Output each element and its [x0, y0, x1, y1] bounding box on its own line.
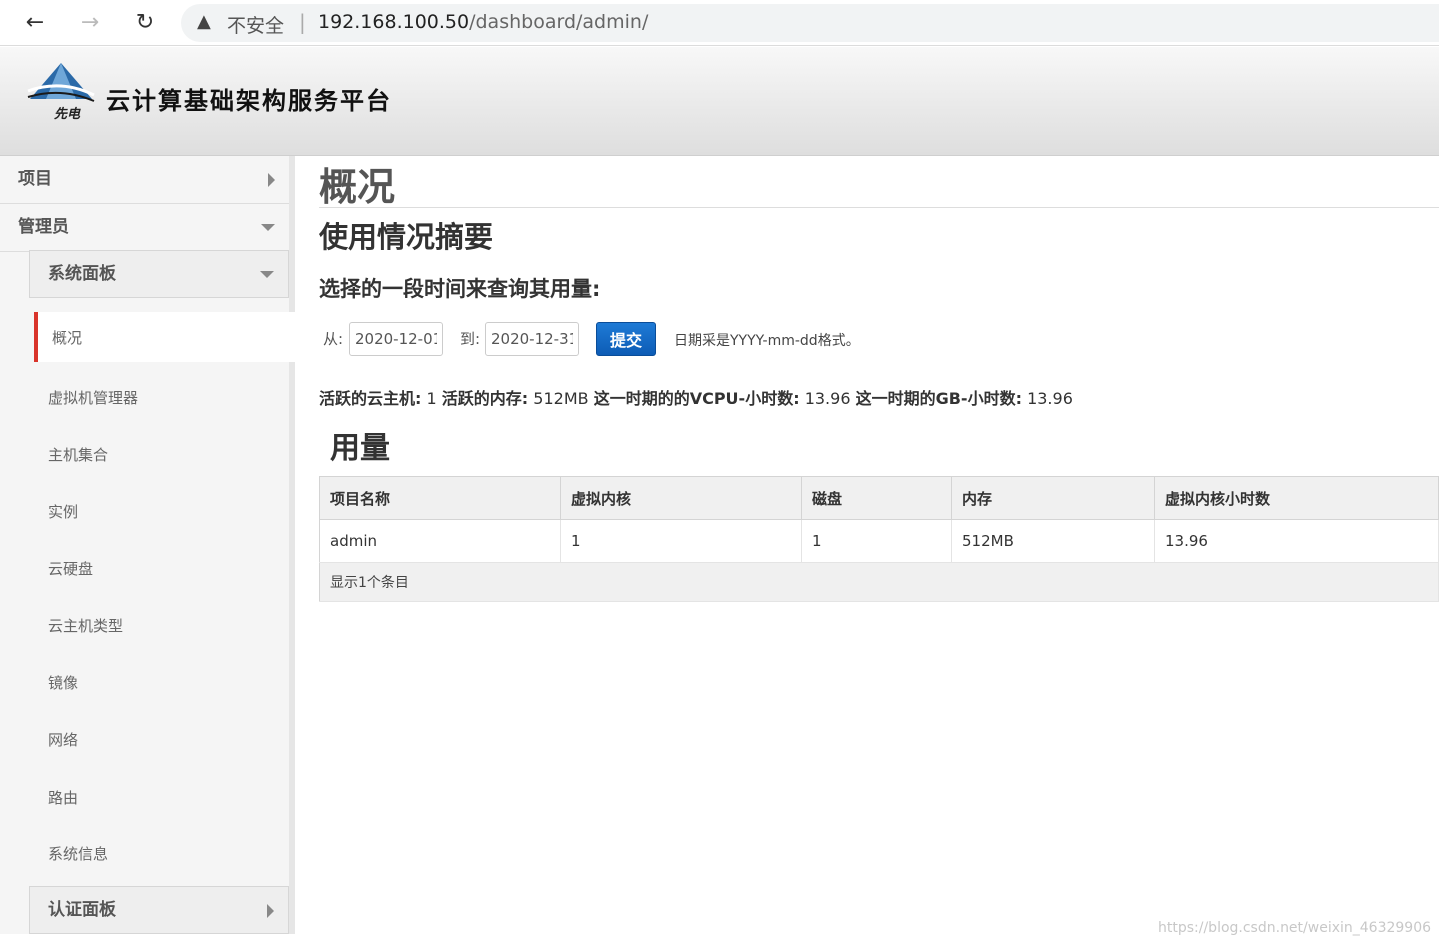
caret-down-icon: [260, 271, 274, 278]
sidebar-item-overview[interactable]: 概况: [34, 312, 295, 362]
app-header: 先电 云计算基础架构服务平台: [0, 47, 1439, 156]
cell-memory: 512MB: [951, 519, 1155, 563]
cell-vcpus: 1: [560, 519, 802, 563]
insecure-label[interactable]: 不安全: [227, 11, 284, 38]
usage-table: 项目名称 虚拟内核 磁盘 内存 虚拟内核小时数 admin 1 1 512MB …: [319, 476, 1439, 602]
date-format-hint: 日期采是YYYY-mm-dd格式。: [674, 333, 860, 349]
start-date-input[interactable]: [349, 322, 443, 356]
url-path: /dashboard/admin/: [469, 11, 649, 33]
usage-heading: 用量: [330, 431, 390, 466]
table-row: admin 1 1 512MB 13.96: [319, 519, 1439, 563]
sidebar-item-host-aggregates[interactable]: 主机集合: [48, 444, 108, 465]
active-instances-label: 活跃的云主机:: [319, 389, 422, 408]
caret-right-icon: [267, 904, 274, 918]
to-label: 到:: [460, 330, 481, 348]
submit-button[interactable]: 提交: [596, 322, 656, 356]
cell-disk: 1: [801, 519, 952, 563]
title-divider: [319, 207, 1439, 208]
sidebar-item-volumes[interactable]: 云硬盘: [48, 558, 93, 579]
table-footer-row: 显示1个条目: [319, 562, 1439, 602]
column-header-memory[interactable]: 内存: [951, 476, 1155, 520]
sidebar-item-instances[interactable]: 实例: [48, 501, 78, 522]
vcpu-hours-value: 13.96: [804, 389, 851, 408]
from-label: 从:: [323, 330, 344, 348]
sidebar-panel-label: 认证面板: [48, 900, 116, 920]
page-title: 概况: [319, 165, 396, 209]
back-icon[interactable]: ←: [20, 8, 50, 38]
sidebar-panel-label: 系统面板: [48, 264, 116, 284]
sidebar-section-label: 管理员: [18, 217, 69, 237]
sidebar-item-system-info[interactable]: 系统信息: [48, 843, 108, 864]
gb-hours-label: 这一时期的GB-小时数:: [855, 389, 1022, 408]
browser-toolbar: ← → ↻ ▲ 不安全 | 192.168.100.50/dashboard/a…: [0, 0, 1439, 46]
usage-summary-heading: 使用情况摘要: [319, 220, 494, 254]
url-text[interactable]: 192.168.100.50/dashboard/admin/: [318, 11, 648, 33]
sidebar-section-project[interactable]: 项目: [0, 156, 289, 204]
sidebar-bottom-gap: [0, 934, 295, 948]
end-date-input[interactable]: [485, 322, 579, 356]
gb-hours-value: 13.96: [1027, 389, 1073, 408]
sidebar-panel-system[interactable]: 系统面板: [29, 250, 289, 298]
column-header-vcpus[interactable]: 虚拟内核: [560, 476, 802, 520]
logo-caption: 先电: [54, 107, 81, 122]
column-header-project-name[interactable]: 项目名称: [319, 476, 561, 520]
brand-title: 云计算基础架构服务平台: [106, 86, 392, 115]
reload-icon[interactable]: ↻: [130, 8, 160, 38]
column-header-disk[interactable]: 磁盘: [801, 476, 952, 520]
watermark-text: https://blog.csdn.net/weixin_46329906: [1158, 920, 1432, 936]
active-instances-value: 1: [426, 389, 437, 408]
warning-icon[interactable]: ▲: [197, 11, 211, 32]
usage-summary: 活跃的云主机: 1 活跃的内存: 512MB 这一时期的的VCPU-小时数: 1…: [319, 385, 1073, 409]
table-header-row: 项目名称 虚拟内核 磁盘 内存 虚拟内核小时数: [319, 476, 1439, 520]
sidebar-item-hypervisors[interactable]: 虚拟机管理器: [48, 387, 138, 408]
cell-project-name[interactable]: admin: [319, 519, 561, 563]
url-host: 192.168.100.50: [318, 11, 470, 33]
sidebar-divider: [289, 156, 295, 936]
forward-icon[interactable]: →: [75, 8, 105, 38]
sidebar-item-label: 概况: [52, 329, 83, 347]
sidebar-item-routers[interactable]: 路由: [48, 787, 78, 808]
address-bar[interactable]: ▲ 不安全 | 192.168.100.50/dashboard/admin/: [181, 4, 1439, 42]
vcpu-hours-label: 这一时期的的VCPU-小时数:: [593, 389, 800, 408]
sidebar-item-images[interactable]: 镜像: [48, 672, 78, 693]
caret-down-icon: [261, 224, 275, 231]
date-range-heading: 选择的一段时间来查询其用量:: [319, 277, 601, 301]
address-separator: |: [299, 10, 306, 34]
sidebar-item-flavors[interactable]: 云主机类型: [48, 615, 123, 636]
column-header-vcpu-hours[interactable]: 虚拟内核小时数: [1154, 476, 1439, 520]
sidebar-section-admin[interactable]: 管理员: [0, 204, 289, 252]
active-memory-label: 活跃的内存:: [441, 389, 529, 408]
table-item-count: 显示1个条目: [319, 562, 1439, 602]
sidebar-section-label: 项目: [18, 169, 52, 189]
sidebar-item-networks[interactable]: 网络: [48, 729, 78, 750]
sidebar-panel-identity[interactable]: 认证面板: [29, 886, 289, 934]
caret-right-icon: [268, 173, 275, 187]
cell-vcpu-hours: 13.96: [1154, 519, 1439, 563]
active-memory-value: 512MB: [533, 389, 589, 408]
